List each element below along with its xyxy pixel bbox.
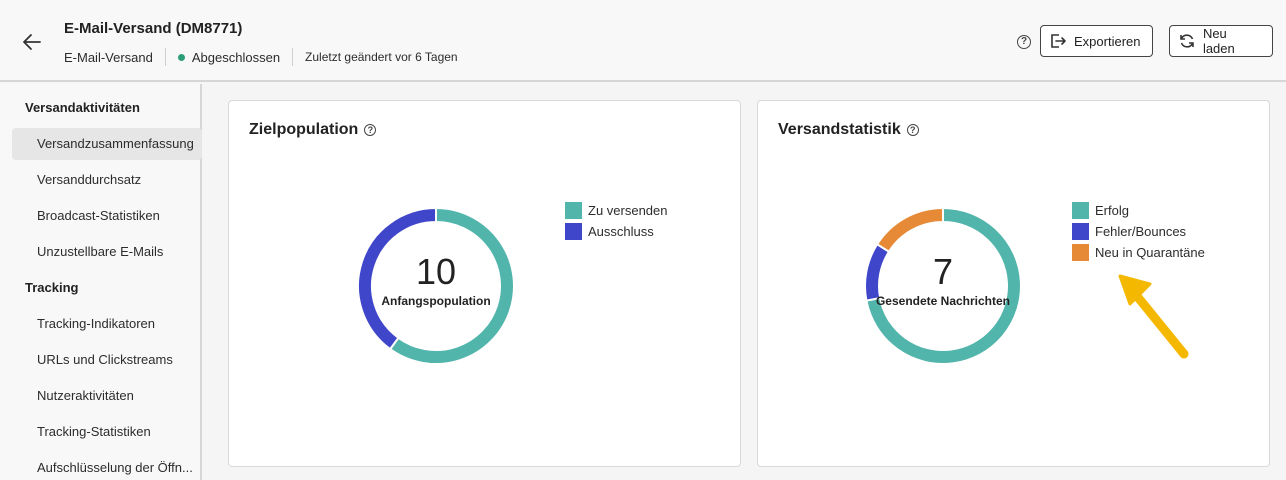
sidebar-item-open-breakdown[interactable]: Aufschlüsselung der Öffn... [12,452,202,480]
divider [292,48,294,66]
legend-swatch [1072,244,1089,261]
sidebar-item-throughput[interactable]: Versanddurchsatz [12,164,202,196]
help-icon[interactable]: ? [1017,35,1031,49]
donut-slice-neu-in-quarantäne[interactable] [875,206,944,254]
sidebar-item-broadcast-stats[interactable]: Broadcast-Statistiken [12,200,202,232]
legend-swatch [1072,202,1089,219]
stats-center-value: 7 [932,251,954,292]
help-icon[interactable]: ? [906,124,919,136]
stats-center-label: Gesendete Nachrichten [875,294,1011,308]
legend-label: Ausschluss [588,224,654,239]
delivery-meta: E-Mail-Versand Abgeschlossen Zuletzt geä… [64,48,458,66]
legend-label: Zu versenden [588,203,668,218]
reload-button[interactable]: Neu laden [1169,25,1273,57]
target-legend: Zu versenden Ausschluss [565,200,668,242]
sidebar-item-tracking-indicators[interactable]: Tracking-Indikatoren [12,308,202,340]
delivery-type: E-Mail-Versand [64,49,153,65]
legend-item[interactable]: Fehler/Bounces [1072,221,1205,242]
reload-label: Neu laden [1202,26,1235,56]
target-center-value: 10 [415,251,457,292]
sidebar-item-delivery-summary[interactable]: Versandzusammenfassung [12,128,202,160]
target-population-card: Zielpopulation ? 10 Anfangspopulation Zu… [228,100,741,467]
sidebar-item-user-activities[interactable]: Nutzeraktivitäten [12,380,202,412]
export-icon [1051,34,1066,48]
export-button[interactable]: Exportieren [1040,25,1153,57]
legend-swatch [565,223,582,240]
legend-swatch [1072,223,1089,240]
legend-label: Neu in Quarantäne [1095,245,1205,260]
target-title-text: Zielpopulation [249,121,359,138]
legend-item[interactable]: Neu in Quarantäne [1072,242,1205,263]
legend-label: Erfolg [1095,203,1129,218]
page-header: E-Mail-Versand (DM8771) E-Mail-Versand A… [0,0,1286,82]
sidebar-nav: Versandaktivitäten Versandzusammenfassun… [0,84,202,480]
sidebar-section-delivery: Versandaktivitäten [25,100,140,115]
sidebar-item-urls-clickstreams[interactable]: URLs und Clickstreams [12,344,202,376]
sidebar-item-undeliverable[interactable]: Unzustellbare E-Mails [12,236,202,268]
target-card-title: Zielpopulation ? [249,121,377,139]
stats-legend: Erfolg Fehler/Bounces Neu in Quarantäne [1072,200,1205,263]
sidebar-item-tracking-stats[interactable]: Tracking-Statistiken [12,416,202,448]
last-modified: Zuletzt geändert vor 6 Tagen [305,50,458,64]
help-icon[interactable]: ? [364,124,377,136]
legend-item[interactable]: Zu versenden [565,200,668,221]
legend-item[interactable]: Ausschluss [565,221,668,242]
export-label: Exportieren [1074,33,1141,49]
divider [164,48,166,66]
sidebar-section-tracking: Tracking [25,280,79,295]
status-text: Abgeschlossen [191,49,281,65]
status-dot-icon [177,53,185,61]
legend-item[interactable]: Erfolg [1072,200,1205,221]
target-center-label: Anfangspopulation [381,294,491,308]
legend-label: Fehler/Bounces [1095,224,1187,239]
page-title: E-Mail-Versand (DM8771) [64,20,243,37]
stats-title-text: Versandstatistik [778,121,901,138]
refresh-icon [1180,34,1194,48]
legend-swatch [565,202,582,219]
stats-card-title: Versandstatistik ? [778,121,919,139]
back-arrow-icon[interactable] [18,28,46,56]
annotation-arrow-icon [1118,274,1189,359]
